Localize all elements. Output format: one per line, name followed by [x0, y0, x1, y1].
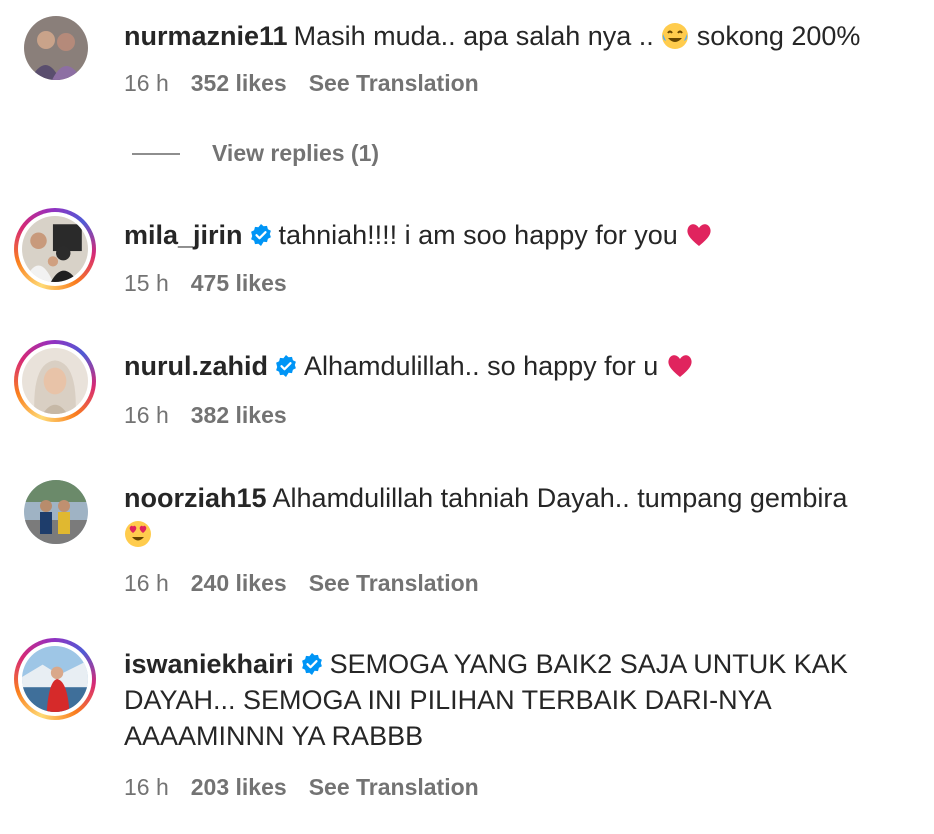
comment-likes[interactable]: 203 likes — [191, 774, 287, 800]
verified-badge-icon — [300, 649, 324, 675]
comment-meta: 16 h 352 likes See Translation — [124, 70, 479, 97]
see-translation-button[interactable]: See Translation — [309, 774, 479, 800]
see-translation-button[interactable]: See Translation — [309, 70, 479, 96]
verified-badge-icon — [274, 351, 298, 377]
comment-body: mila_jirin tahniah!!!! i am soo happy for… — [124, 217, 904, 253]
comment-meta: 16 h 240 likes See Translation — [124, 570, 479, 597]
see-translation-button[interactable]: See Translation — [309, 570, 479, 596]
avatar[interactable] — [14, 638, 96, 720]
avatar[interactable] — [24, 480, 88, 544]
comment-meta: 15 h 475 likes — [124, 270, 309, 297]
comment-text: Alhamdulillah.. so happy for u — [304, 351, 666, 381]
avatar[interactable] — [14, 208, 96, 290]
comment-username[interactable]: iswaniekhairi — [124, 649, 294, 679]
heart-emoji-icon — [685, 221, 713, 249]
comment-username[interactable]: mila_jirin — [124, 220, 243, 250]
comment-likes[interactable]: 352 likes — [191, 70, 287, 96]
comment-meta: 16 h 382 likes — [124, 402, 309, 429]
comment-likes[interactable]: 475 likes — [191, 270, 287, 296]
comment-text: tahniah!!!! i am soo happy for you — [278, 220, 686, 250]
comment-text-tail: sokong 200% — [689, 21, 861, 51]
comment-time[interactable]: 16 h — [124, 70, 169, 96]
view-replies-label: View replies (1) — [212, 140, 380, 166]
avatar[interactable] — [24, 16, 88, 80]
comment-username[interactable]: nurmaznie11 — [124, 21, 288, 51]
heart-eyes-emoji-icon — [124, 520, 152, 548]
comment-body: nurmaznie11 Masih muda.. apa salah nya ..… — [124, 18, 904, 54]
comment-text: Alhamdulillah tahniah Dayah.. tumpang ge… — [272, 483, 848, 513]
comment-body: nurul.zahid Alhamdulillah.. so happy for … — [124, 348, 904, 384]
heart-emoji-icon — [666, 352, 694, 380]
comment-meta: 16 h 203 likes See Translation — [124, 774, 479, 801]
comment-body: iswaniekhairi SEMOGA YANG BAIK2 SAJA UNTU… — [124, 646, 904, 754]
comment-username[interactable]: noorziah15 — [124, 483, 267, 513]
comment-username[interactable]: nurul.zahid — [124, 351, 268, 381]
joy-emoji-icon — [661, 22, 689, 50]
comment-time[interactable]: 15 h — [124, 270, 169, 296]
view-replies-button[interactable]: View replies (1) — [132, 140, 379, 167]
comment-text: Masih muda.. apa salah nya .. — [293, 21, 662, 51]
comment-likes[interactable]: 382 likes — [191, 402, 287, 428]
comment-time[interactable]: 16 h — [124, 774, 169, 800]
comment-body: noorziah15 Alhamdulillah tahniah Dayah.. … — [124, 480, 904, 552]
avatar[interactable] — [14, 340, 96, 422]
verified-badge-icon — [249, 220, 273, 246]
replies-divider — [132, 152, 180, 155]
comment-likes[interactable]: 240 likes — [191, 570, 287, 596]
comment-time[interactable]: 16 h — [124, 402, 169, 428]
comment-time[interactable]: 16 h — [124, 570, 169, 596]
